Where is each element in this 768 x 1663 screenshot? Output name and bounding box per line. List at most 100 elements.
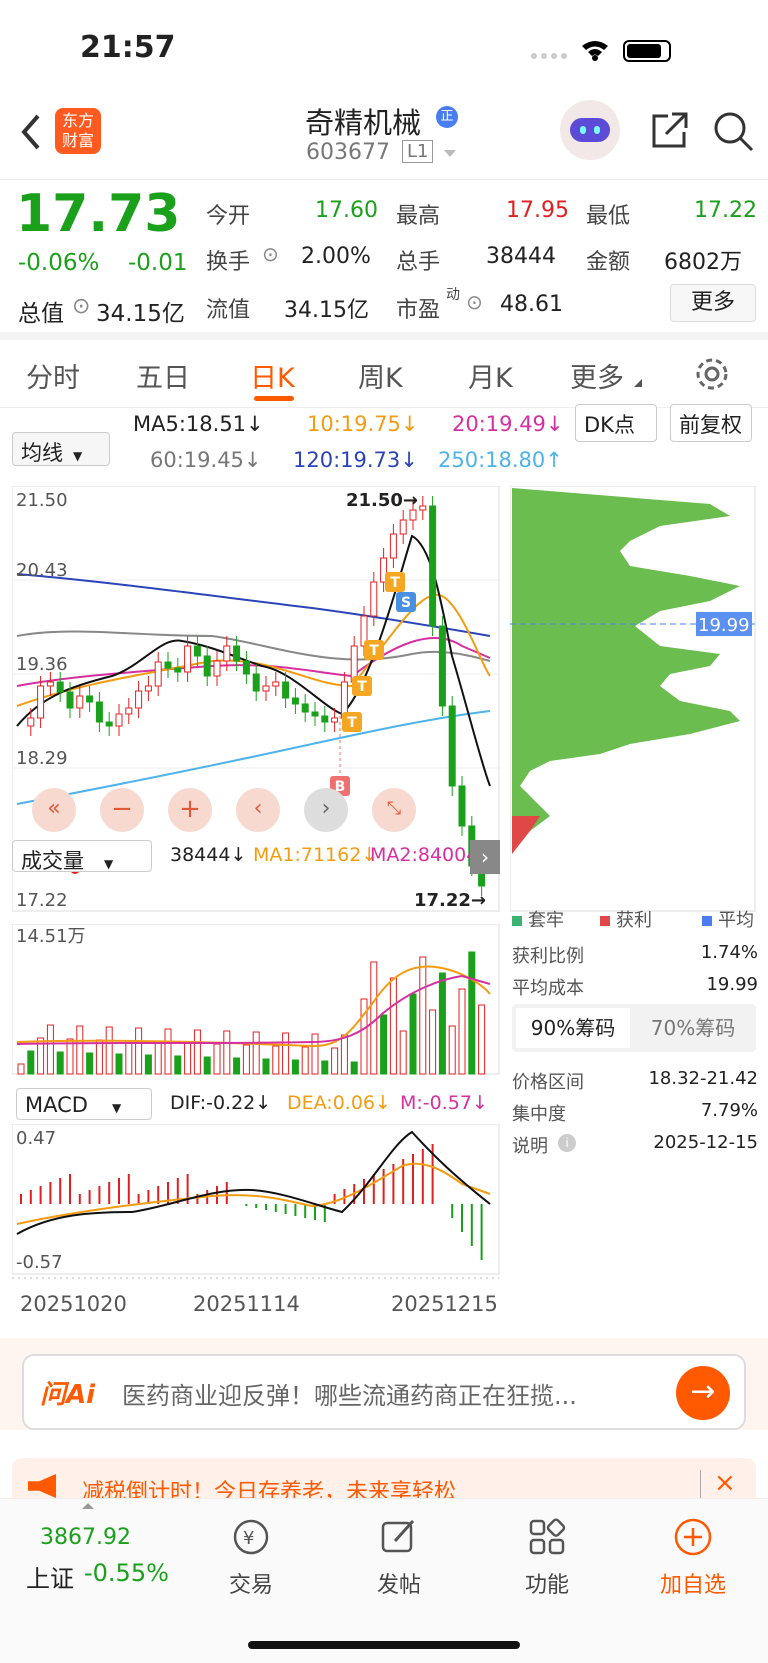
expand-arrow-icon[interactable]: ›	[470, 840, 500, 874]
chip-tabs: 90%筹码 70%筹码	[512, 1004, 756, 1052]
chevron-down-icon[interactable]	[442, 148, 458, 160]
more-button[interactable]: 更多	[670, 284, 756, 322]
note-date: 2025-12-15	[653, 1132, 758, 1153]
zoom-out-button[interactable]: −	[100, 788, 144, 832]
nav-trade[interactable]: ¥ 交易	[196, 1517, 306, 1599]
fq-button[interactable]: 前复权	[670, 404, 752, 442]
index-name[interactable]: 上证	[26, 1559, 74, 1594]
tab-70-chip[interactable]: 70%筹码	[636, 1008, 750, 1048]
volume-bar	[429, 1009, 437, 1075]
low-value: 17.22	[694, 198, 757, 223]
next-button[interactable]: ›	[304, 788, 348, 832]
fullscreen-button[interactable]: ⤡	[372, 788, 416, 832]
share-icon[interactable]	[648, 110, 690, 152]
caret-up-icon	[82, 1503, 94, 1509]
y-label-3: 19.36	[16, 654, 68, 675]
volume-bar	[419, 956, 427, 1075]
candle-body	[331, 717, 339, 723]
ma250-value: 250:18.80↑	[438, 448, 563, 472]
high-label: 最高	[396, 204, 441, 229]
candle-body	[56, 681, 64, 693]
app-logo: 东方 财富	[55, 108, 101, 154]
tab-more[interactable]: 更多	[570, 356, 624, 395]
pe-label: 市盈	[396, 298, 441, 323]
candle-body	[419, 505, 427, 511]
candle-body	[429, 505, 437, 627]
tab-five-day[interactable]: 五日	[136, 356, 190, 395]
volume-bar	[135, 1027, 143, 1075]
float-label: 流值	[206, 298, 251, 323]
edit-icon	[381, 1519, 415, 1553]
volume-bar	[448, 1025, 456, 1075]
tab-90-chip[interactable]: 90%筹码	[516, 1008, 630, 1048]
status-time: 21:57	[80, 30, 176, 65]
mark-t: T	[369, 643, 379, 659]
volume-bar	[233, 1057, 241, 1075]
index-value[interactable]: 3867.92	[40, 1525, 131, 1550]
volume-bar	[458, 988, 466, 1075]
bottom-nav: 3867.92 上证 -0.55% ¥ 交易 发帖 功能 加自选	[0, 1498, 768, 1663]
close-icon[interactable]: ×	[714, 1468, 736, 1498]
ma60-value: 60:19.45↓	[150, 448, 262, 472]
search-icon[interactable]	[712, 110, 756, 154]
scroll-left-end-button[interactable]: «	[32, 788, 76, 832]
info-icon[interactable]: ⊙	[262, 242, 279, 266]
nav-functions[interactable]: 功能	[492, 1517, 602, 1599]
last-price: 17.73	[16, 184, 181, 244]
yen-icon: ¥	[233, 1519, 269, 1555]
tab-indicator	[254, 396, 294, 401]
candle-body	[27, 717, 35, 727]
vol-value: 38444↓	[170, 844, 247, 866]
settings-icon[interactable]	[694, 356, 730, 392]
candle-body	[135, 690, 143, 709]
ai-logo: 问Ai	[40, 1380, 96, 1410]
status-bar: 21:57	[0, 0, 768, 100]
status-icons	[531, 40, 671, 62]
volume-bar	[223, 1030, 231, 1075]
info-icon[interactable]: i	[558, 1134, 576, 1152]
triangle-icon	[634, 379, 642, 387]
candle-body	[399, 519, 407, 535]
volume-bar	[272, 1045, 280, 1075]
nav-add-watchlist[interactable]: 加自选	[638, 1517, 748, 1599]
pe-sup: 动	[446, 287, 460, 303]
ai-avatar[interactable]	[560, 100, 620, 160]
info-icon[interactable]: ⊙	[466, 290, 483, 314]
volume-bar	[95, 1039, 103, 1075]
y-label-2: 20.43	[16, 560, 68, 581]
macd-chart: 0.47 -0.57	[12, 1124, 500, 1279]
prev-button[interactable]: ‹	[236, 788, 280, 832]
low-mark: 17.22→	[414, 890, 486, 911]
info-icon[interactable]: ⊙	[72, 294, 90, 319]
volume-bar	[409, 993, 417, 1075]
volume-select[interactable]: 成交量 ▼	[12, 840, 152, 873]
volume-bar	[340, 1034, 348, 1075]
legend-locked: 套牢	[512, 906, 564, 932]
tab-monthly-k[interactable]: 月K	[468, 356, 513, 395]
level-badge: L1	[402, 140, 434, 163]
tab-daily-k[interactable]: 日K	[250, 356, 295, 395]
arrow-right-icon[interactable]: →	[676, 1366, 730, 1420]
index-change[interactable]: -0.55%	[84, 1559, 169, 1587]
chart-controls: « − + ‹ › ⤡	[32, 788, 456, 832]
candle-body	[409, 509, 417, 521]
macd-select[interactable]: MACD ▼	[16, 1088, 152, 1120]
volume-bar	[291, 1059, 299, 1075]
home-indicator	[248, 1641, 520, 1649]
tab-intraday[interactable]: 分时	[26, 356, 80, 395]
ai-ask-box[interactable]: 问Ai 医药商业迎反弹！哪些流通药商正在狂揽... →	[22, 1354, 746, 1430]
zoom-in-button[interactable]: +	[168, 788, 212, 832]
back-icon[interactable]	[18, 112, 42, 152]
ma-select[interactable]: 均线 ▼	[12, 432, 110, 466]
volume-bar	[46, 1024, 54, 1075]
candle-body	[105, 721, 113, 727]
candle-body	[223, 645, 231, 662]
kline-area: 均线 ▼ MA5:18.51↓ 10:19.75↓ 20:19.49↓ 60:19…	[0, 404, 768, 1338]
dk-select[interactable]: DK点	[575, 404, 657, 442]
volume-bar	[311, 1033, 319, 1075]
period-tabs: 分时 五日 日K 周K 月K 更多	[0, 340, 768, 408]
tab-weekly-k[interactable]: 周K	[358, 356, 403, 395]
nav-post[interactable]: 发帖	[344, 1517, 454, 1599]
volume-bar	[56, 1051, 64, 1075]
volume-bar	[154, 1041, 162, 1075]
